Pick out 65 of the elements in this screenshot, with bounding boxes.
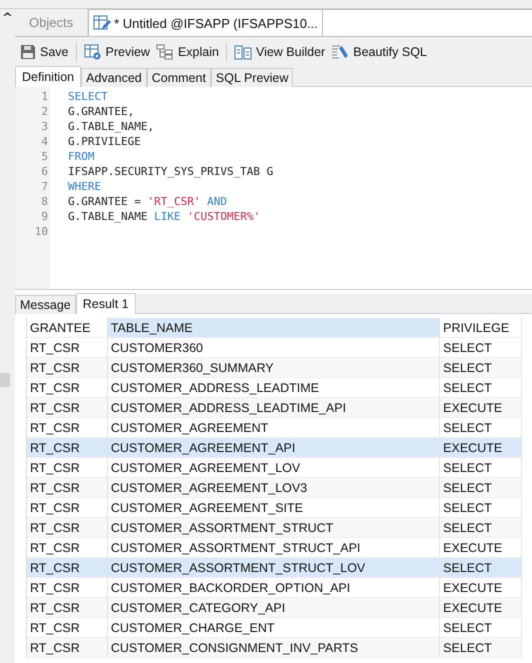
table-cell: EXECUTE (440, 598, 522, 618)
line-number: 3 (40, 119, 49, 134)
code-line: G.TABLE_NAME LIKE 'CUSTOMER%' (68, 210, 260, 223)
table-pencil-icon (93, 14, 112, 32)
code-line: WHERE (68, 180, 102, 193)
column-header[interactable]: GRANTEE (26, 318, 108, 338)
column-header[interactable]: PRIVILEGE (440, 318, 522, 338)
code-line: G.TABLE_NAME, (68, 120, 154, 133)
table-cell: RT_CSR (26, 638, 108, 658)
line-number: 10 (34, 224, 49, 239)
table-cell: RT_CSR (26, 598, 108, 618)
table-cell: SELECT (440, 638, 522, 658)
hierarchy-icon (156, 44, 174, 60)
table-cell: CUSTOMER_ASSORTMENT_STRUCT_LOV (108, 558, 440, 578)
table-cell: SELECT (440, 478, 522, 498)
toolbar-button[interactable]: Explain (152, 42, 222, 62)
line-number: 4 (40, 134, 49, 149)
table-cell: CUSTOMER_CONSIGNMENT_INV_PARTS (108, 638, 440, 658)
editor-tab[interactable]: Comment (146, 68, 211, 87)
columns-icon (234, 44, 252, 60)
line-number: 7 (40, 179, 49, 194)
toolbar-button[interactable]: Preview (80, 42, 153, 62)
table-cell: CUSTOMER_ADDRESS_LEADTIME_API (108, 398, 440, 418)
document-tab[interactable]: * Untitled @IFSAPP (IFSAPPS10... (88, 9, 323, 36)
code-line: G.PRIVILEGE (68, 135, 141, 148)
table-cell: EXECUTE (440, 398, 522, 418)
table-cell: CUSTOMER_ASSORTMENT_STRUCT (108, 518, 440, 538)
line-number: 8 (40, 194, 49, 209)
editor-tab[interactable]: SQL Preview (210, 68, 294, 87)
line-number: 9 (40, 209, 49, 224)
collapse-button[interactable]: ^ (2, 13, 13, 25)
table-cell: CUSTOMER_AGREEMENT_API (108, 438, 440, 458)
code-line: SELECT (68, 90, 108, 103)
toolbar-button[interactable]: Save (17, 42, 72, 62)
code-line: G.GRANTEE, (68, 105, 134, 118)
editor-tab[interactable]: Advanced (81, 68, 147, 87)
column-header[interactable]: TABLE_NAME (108, 318, 440, 338)
lines-pen-icon (331, 44, 350, 60)
editor-tab[interactable]: Definition (15, 66, 82, 87)
table-cell: SELECT (440, 518, 522, 538)
table-cell: RT_CSR (26, 438, 108, 458)
table-cell: CUSTOMER360_SUMMARY (108, 358, 440, 378)
table-cell: SELECT (440, 558, 522, 578)
table-gear-icon (84, 44, 102, 60)
line-number: 1 (40, 89, 49, 104)
table-cell: CUSTOMER_CATEGORY_API (108, 598, 440, 618)
code-line: G.GRANTEE = 'RT_CSR' AND (68, 195, 227, 208)
line-number: 5 (40, 149, 49, 164)
scroll-thumb[interactable] (0, 373, 10, 387)
line-number: 2 (40, 104, 49, 119)
table-cell: EXECUTE (440, 438, 522, 458)
table-cell: SELECT (440, 358, 522, 378)
code-line: FROM (68, 150, 94, 163)
table-cell: RT_CSR (26, 478, 108, 498)
table-cell: RT_CSR (26, 518, 108, 538)
result-tab[interactable]: Result 1 (76, 293, 136, 314)
toolbar-button[interactable]: View Builder (230, 42, 328, 62)
table-cell: RT_CSR (26, 398, 108, 418)
code-line: IFSAPP.SECURITY_SYS_PRIVS_TAB G (68, 165, 274, 178)
line-number: 6 (40, 164, 49, 179)
table-cell: CUSTOMER_AGREEMENT_LOV3 (108, 478, 440, 498)
toolbar-button[interactable]: Beautify SQL (328, 42, 430, 62)
table-cell: RT_CSR (26, 558, 108, 578)
table-cell: RT_CSR (26, 358, 108, 378)
result-tab[interactable]: Message (15, 295, 76, 314)
